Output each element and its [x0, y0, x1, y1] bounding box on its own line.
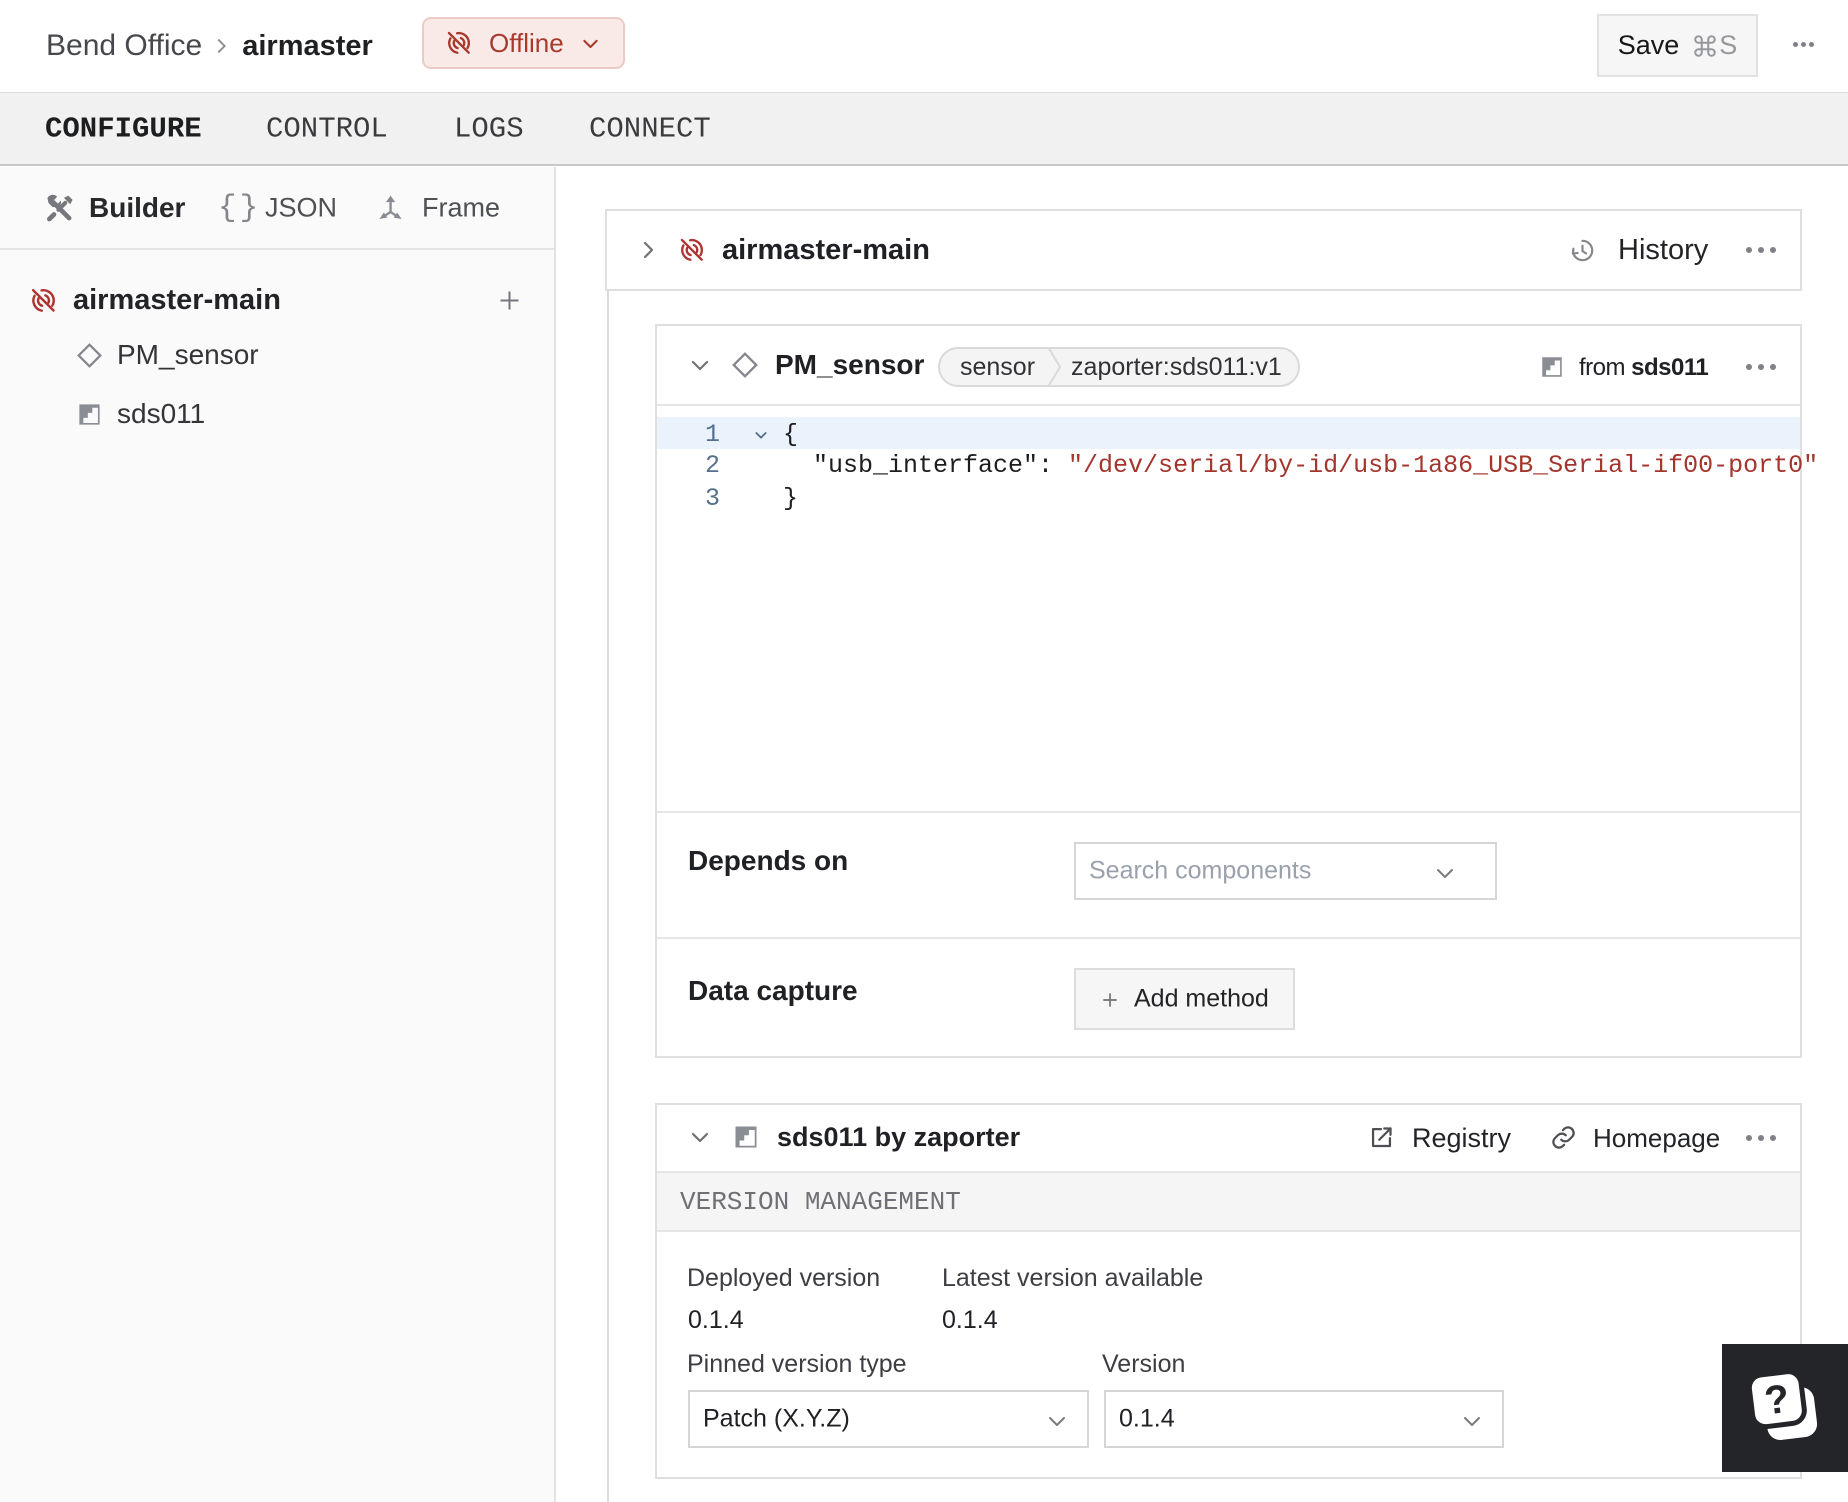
svg-text:?: ?: [1762, 1377, 1792, 1424]
